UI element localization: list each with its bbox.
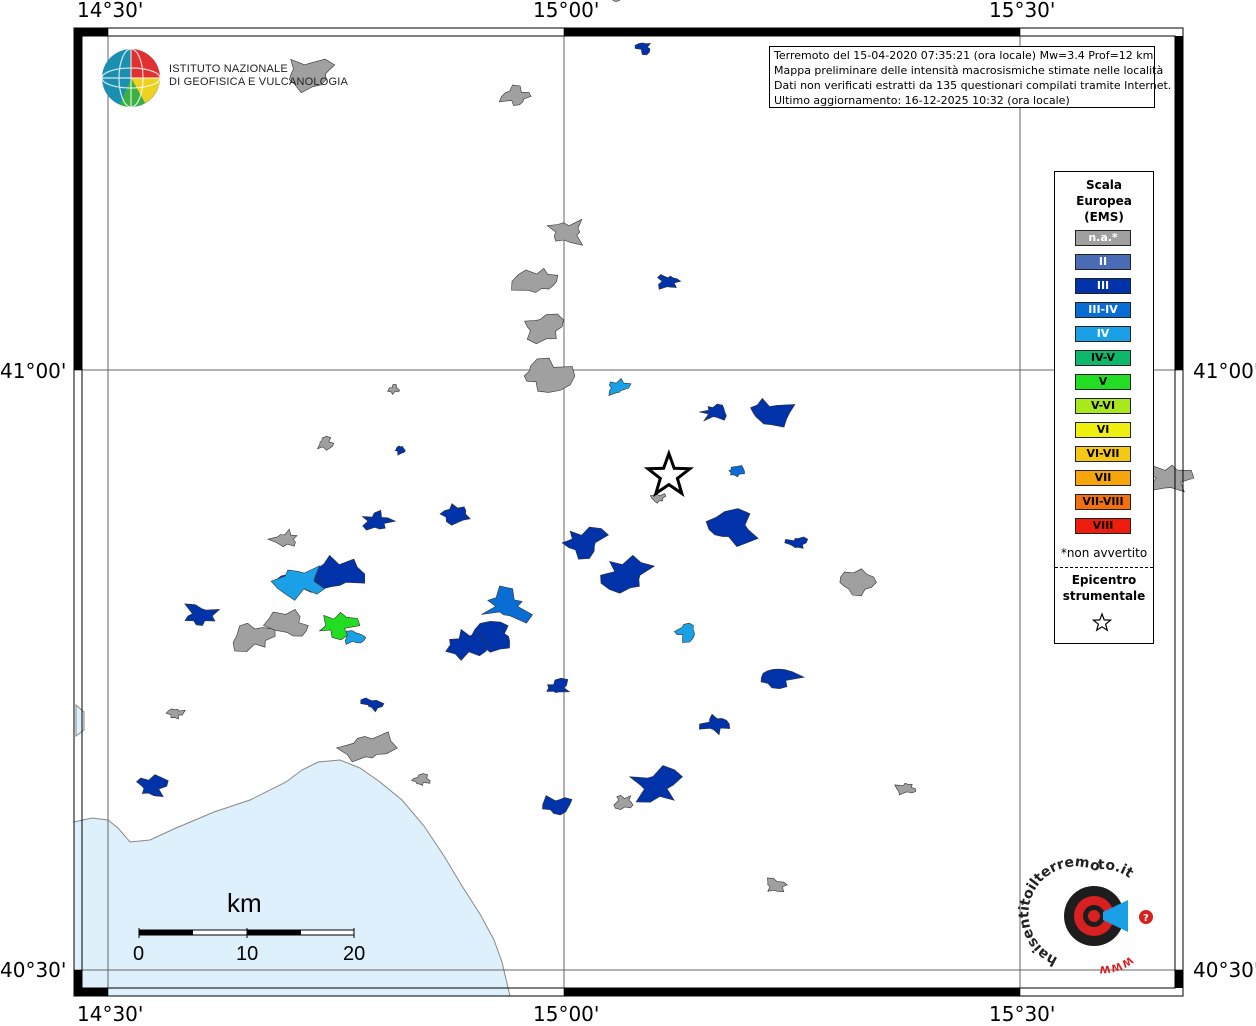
legend-swatch: II xyxy=(1075,254,1131,270)
locality-polygon xyxy=(335,731,398,763)
legend-title-1: Scala xyxy=(1085,178,1123,192)
legend-swatch: n.a.* xyxy=(1075,230,1131,246)
legend-swatch: III xyxy=(1075,278,1131,294)
legend-title-3: (EMS) xyxy=(1084,210,1124,224)
locality-polygon xyxy=(611,0,620,2)
locality-polygon xyxy=(649,493,667,504)
locality-polygon xyxy=(839,568,877,597)
localities-layer xyxy=(136,0,1195,893)
ingv-globe-icon xyxy=(101,48,161,108)
lat-label-right-1: 41°00' xyxy=(1193,359,1256,383)
locality-polygon xyxy=(561,526,610,560)
legend-swatch: VIII xyxy=(1075,518,1131,534)
legend-swatch: VI xyxy=(1075,422,1131,438)
locality-polygon xyxy=(165,708,186,720)
lat-label-right-2: 40°30' xyxy=(1193,958,1256,982)
ingv-line-2: DI GEOFISICA E VULCANOLOGIA xyxy=(169,76,348,88)
locality-polygon xyxy=(523,357,576,393)
legend-star-icon xyxy=(1091,612,1113,632)
locality-polygon xyxy=(316,435,335,451)
locality-polygon xyxy=(657,274,682,290)
info-line-2: Mappa preliminare delle intensità macros… xyxy=(774,64,1164,77)
event-info-box: Terremoto del 15-04-2020 07:35:21 (ora l… xyxy=(769,46,1172,108)
lon-label-bottom-3: 15°30' xyxy=(989,1002,1056,1026)
locality-polygon xyxy=(439,503,471,526)
legend-swatch: V xyxy=(1075,374,1131,390)
legend-separator xyxy=(1055,567,1153,568)
locality-polygon xyxy=(613,795,634,810)
legend-epicenter-label: Epicentro strumentale xyxy=(1055,572,1153,604)
svg-text:WWW.: WWW. xyxy=(0,0,1134,974)
legend-swatch: VII xyxy=(1075,470,1131,486)
locality-polygon xyxy=(546,218,584,246)
locality-polygon xyxy=(361,509,397,531)
info-line-3: Dati non verificati estratti da 135 ques… xyxy=(774,79,1172,92)
legend-epicenter-2: strumentale xyxy=(1062,589,1146,603)
legend-swatch: IV-V xyxy=(1075,350,1131,366)
legend: Scala Europea (EMS) n.a.* II III III-IV IV IV… xyxy=(1054,171,1154,644)
locality-polygon xyxy=(266,528,298,548)
locality-polygon xyxy=(628,765,683,803)
svg-text:?: ? xyxy=(1143,913,1149,924)
locality-polygon xyxy=(600,554,656,594)
locality-polygon xyxy=(784,536,809,549)
locality-polygon xyxy=(542,795,573,816)
legend-title-2: Europea xyxy=(1076,194,1132,208)
legend-swatch: VII-VIII xyxy=(1075,494,1131,510)
info-line-4: Ultimo aggiornamento: 16-12-2025 10:32 (… xyxy=(774,94,1070,107)
locality-polygon xyxy=(750,397,796,428)
lat-label-left-2: 40°30' xyxy=(0,958,67,982)
lon-label-bottom-2: 15°00' xyxy=(533,1002,600,1026)
locality-polygon xyxy=(705,508,759,548)
lon-label-top-1: 14°30' xyxy=(77,0,144,22)
locality-polygon xyxy=(410,773,431,786)
legend-swatch: V-VI xyxy=(1075,398,1131,414)
legend-title: Scala Europea (EMS) xyxy=(1055,177,1153,225)
locality-polygon xyxy=(387,383,400,395)
locality-polygon xyxy=(728,465,745,478)
scale-unit: km xyxy=(227,888,262,918)
legend-swatch: VI-VII xyxy=(1075,446,1131,462)
legend-note: *non avvertito xyxy=(1060,546,1148,560)
locality-polygon xyxy=(767,877,788,893)
lat-label-left-1: 41°00' xyxy=(0,359,67,383)
locality-polygon xyxy=(481,585,533,624)
locality-polygon xyxy=(184,603,221,626)
info-line-1: Terremoto del 15-04-2020 07:35:21 (ora l… xyxy=(774,49,1154,62)
locality-polygon xyxy=(511,267,559,293)
hsit-logo-icon: ? haisentitoilterremoto.it WWW. xyxy=(0,0,1153,974)
lon-label-top-2: 15°00' xyxy=(533,0,600,22)
locality-polygon xyxy=(394,445,406,456)
locality-polygon xyxy=(894,782,916,796)
lon-label-bottom-1: 14°30' xyxy=(77,1002,144,1026)
lon-label-top-3: 15°30' xyxy=(989,0,1056,22)
locality-polygon xyxy=(498,84,532,106)
locality-polygon xyxy=(760,668,806,690)
locality-polygon xyxy=(634,42,651,56)
locality-polygon xyxy=(270,565,326,601)
locality-polygon xyxy=(546,677,571,694)
locality-polygon xyxy=(344,630,367,645)
locality-polygon xyxy=(673,622,695,643)
legend-epicenter-1: Epicentro xyxy=(1071,573,1137,587)
locality-polygon xyxy=(699,403,727,422)
epicenter-star xyxy=(643,449,695,498)
scale-tick-20: 20 xyxy=(343,943,366,965)
locality-polygon xyxy=(698,713,731,736)
ingv-line-1: ISTITUTO NAZIONALE xyxy=(169,63,288,75)
scale-tick-0: 0 xyxy=(133,943,145,965)
ingv-logo-text: ISTITUTO NAZIONALE DI GEOFISICA E VULCAN… xyxy=(169,63,348,89)
legend-swatch: IV xyxy=(1075,326,1131,342)
locality-polygon xyxy=(524,313,564,345)
legend-swatch: III-IV xyxy=(1075,302,1131,318)
locality-polygon xyxy=(360,697,385,713)
locality-polygon xyxy=(136,774,169,798)
locality-polygon xyxy=(608,378,632,396)
scale-tick-10: 10 xyxy=(236,943,259,965)
